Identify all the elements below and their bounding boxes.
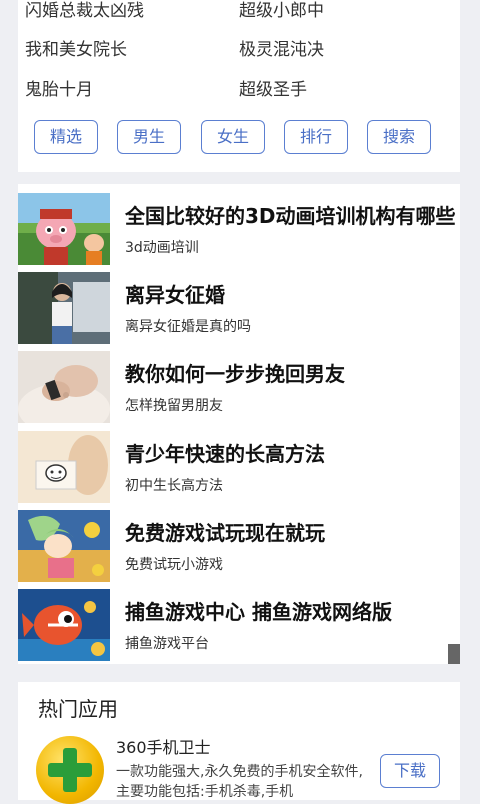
ad-item[interactable]: 全国比较好的3D动画培训机构有哪些 3d动画培训 [18,193,460,265]
app-name[interactable]: 360手机卫士 [116,738,211,758]
ad-item[interactable]: 离异女征婚 离异女征婚是真的吗 [18,272,460,344]
nav-female-button[interactable]: 女生 [201,120,265,154]
ad-thumbnail [18,351,110,423]
book-link[interactable]: 闪婚总裁太凶残 [25,0,144,22]
ad-thumbnail [18,589,110,661]
nav-ranking-button[interactable]: 排行 [284,120,348,154]
section-title: 热门应用 [38,697,118,721]
ad-thumbnail [18,272,110,344]
ad-subtitle: 免费试玩小游戏 [125,557,223,573]
ad-title: 全国比较好的3D动画培训机构有哪些 [125,204,456,228]
book-link[interactable]: 超级圣手 [239,79,307,101]
ad-list: 全国比较好的3D动画培训机构有哪些 3d动画培训 离异女征婚 离异女征婚是真的吗 [18,184,460,664]
ad-thumbnail [18,193,110,265]
ad-title: 青少年快速的长高方法 [125,442,325,466]
ad-item[interactable]: 捕鱼游戏中心 捕鱼游戏网络版 捕鱼游戏平台 [18,589,460,661]
ad-item[interactable]: 免费游戏试玩现在就玩 免费试玩小游戏 [18,510,460,582]
nav-search-button[interactable]: 搜索 [367,120,431,154]
app-description: 一款功能强大,永久免费的手机安全软件,主要功能包括:手机杀毒,手机 [116,764,363,800]
book-link[interactable]: 超级小郎中 [239,0,324,22]
ad-item[interactable]: 教你如何一步步挽回男友 怎样挽留男朋友 [18,351,460,423]
ad-subtitle: 初中生长高方法 [125,478,223,494]
nav-featured-button[interactable]: 精选 [34,120,98,154]
360-guard-plus-icon[interactable] [36,736,104,804]
book-card: 闪婚总裁太凶残 超级小郎中 我和美女院长 极灵混沌决 鬼胎十月 超级圣手 精选 … [18,0,460,172]
ad-item[interactable]: 青少年快速的长高方法 初中生长高方法 [18,431,460,503]
ad-title: 离异女征婚 [125,283,225,307]
ad-title: 捕鱼游戏中心 捕鱼游戏网络版 [125,600,392,624]
book-link[interactable]: 极灵混沌决 [239,39,324,61]
ad-title: 免费游戏试玩现在就玩 [125,521,325,545]
book-link[interactable]: 我和美女院长 [25,39,127,61]
ad-subtitle: 3d动画培训 [125,240,199,256]
ad-thumbnail [18,510,110,582]
ad-title: 教你如何一步步挽回男友 [125,362,345,386]
hot-apps-section: 热门应用 360手机卫士 一款功能强大,永久免费的手机安全软件,主要功能包括:手… [18,682,460,804]
ad-marker-icon [448,644,460,664]
ad-thumbnail [18,431,110,503]
nav-male-button[interactable]: 男生 [117,120,181,154]
ad-subtitle: 怎样挽留男朋友 [125,398,223,414]
book-link[interactable]: 鬼胎十月 [25,79,93,101]
ad-subtitle: 离异女征婚是真的吗 [125,319,251,335]
ad-subtitle: 捕鱼游戏平台 [125,636,209,652]
download-button[interactable]: 下载 [380,754,440,788]
